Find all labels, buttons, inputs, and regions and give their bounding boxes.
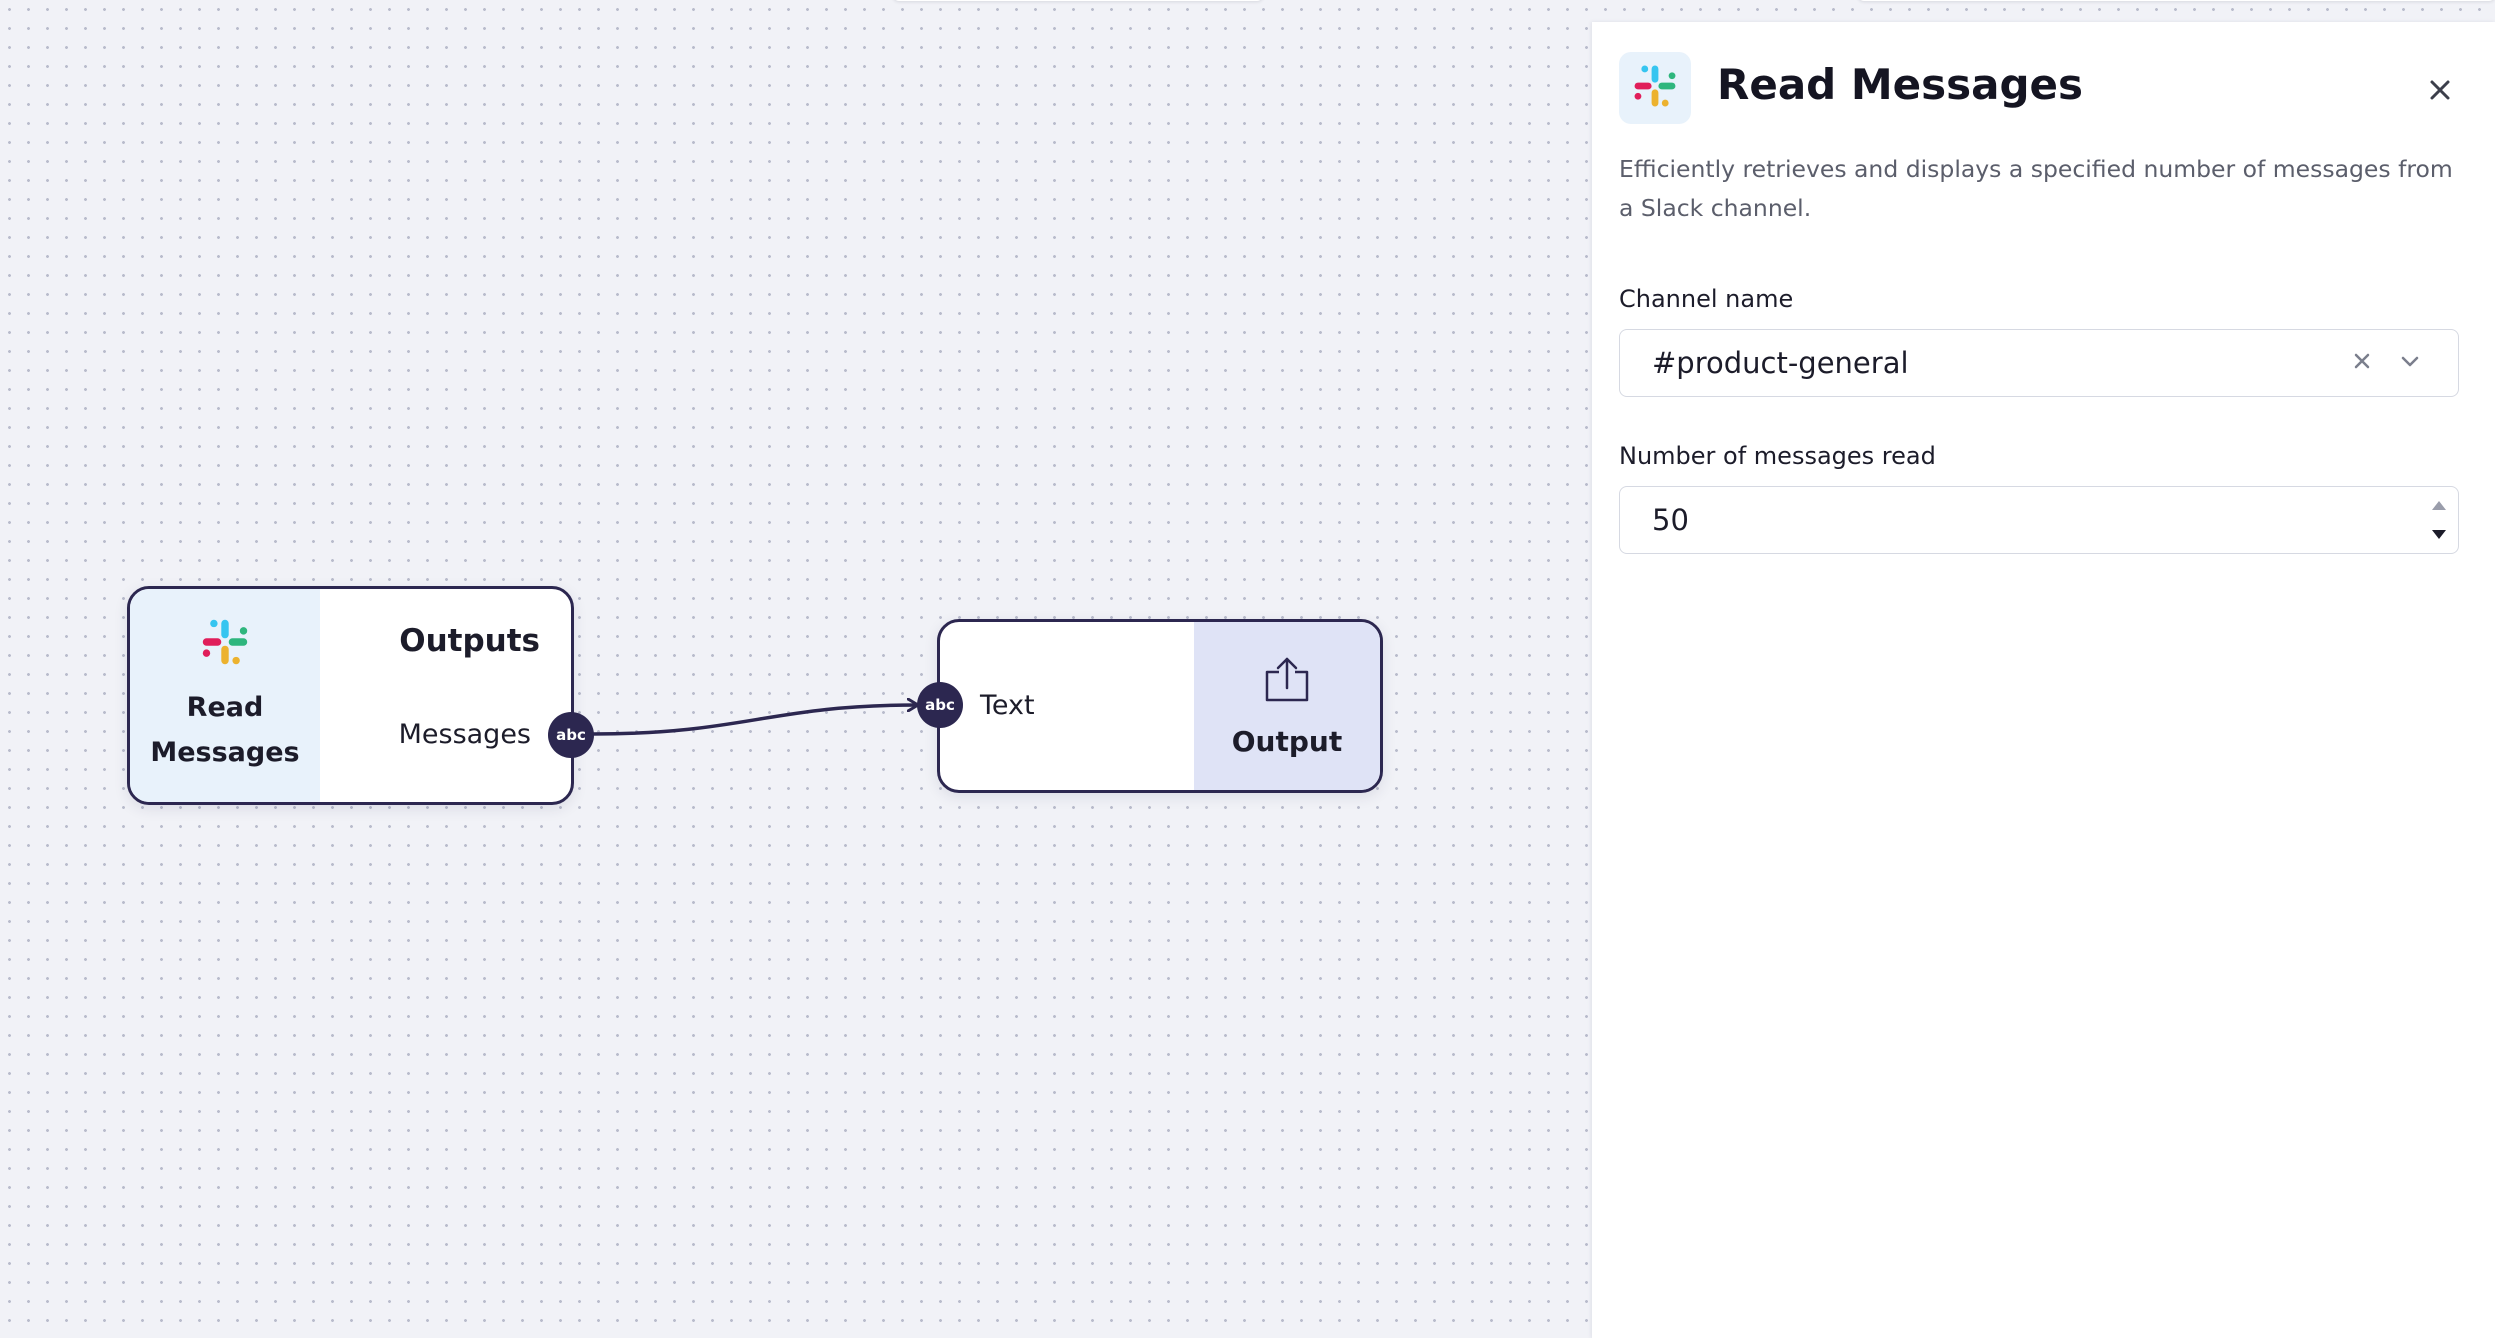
node-title: Read Messages [150, 691, 300, 768]
panel-title: Read Messages [1717, 60, 2084, 109]
caret-up-icon [2432, 501, 2446, 510]
output-panel: Output [1194, 622, 1380, 790]
channel-select-value: #product-general [1652, 346, 1909, 380]
close-button[interactable] [2420, 72, 2460, 112]
close-icon [2352, 351, 2372, 375]
output-port-label: Messages [398, 719, 531, 750]
outputs-title: Outputs [399, 623, 540, 659]
toolbar-card [893, 0, 1263, 1]
tool-panel: Read Messages [130, 589, 320, 802]
tool-description: Efficiently retrieves and displays a spe… [1619, 155, 2453, 222]
export-icon [1260, 655, 1314, 709]
increment-button[interactable] [2427, 493, 2451, 517]
outputs-panel: Outputs Messages [320, 589, 571, 802]
chevron-down-icon [2399, 350, 2421, 376]
input-port-label: Text [980, 690, 1035, 721]
channel-select[interactable]: #product-general [1619, 329, 2459, 397]
message-count-input[interactable]: 50 [1619, 486, 2459, 554]
slack-icon [200, 617, 250, 671]
panel-tool-icon [1619, 52, 1691, 124]
node-title: Output [1231, 724, 1343, 758]
text-input-port[interactable]: abc [917, 682, 963, 728]
properties-panel: Read Messages Efficiently retrieves and … [1592, 22, 2495, 1338]
number-spinner[interactable] [2426, 493, 2452, 547]
caret-down-icon [2432, 530, 2446, 539]
connection-edge[interactable] [592, 705, 917, 736]
channel-name-label: Channel name [1619, 285, 1794, 313]
toolbar-card [1858, 0, 2495, 1]
clear-selection-button[interactable] [2346, 347, 2378, 379]
input-panel: Text [940, 622, 1194, 790]
close-icon [2428, 78, 2452, 106]
decrement-button[interactable] [2427, 523, 2451, 547]
message-count-value: 50 [1652, 503, 1689, 537]
workflow-canvas[interactable]: Read Messages Outputs Messages abc Text … [0, 0, 2495, 1338]
messages-output-port[interactable]: abc [548, 712, 594, 758]
slack-icon [1632, 63, 1678, 113]
message-count-label: Number of messages read [1619, 442, 1936, 470]
dropdown-toggle[interactable] [2394, 347, 2426, 379]
read-messages-node[interactable]: Read Messages Outputs Messages [127, 586, 574, 805]
output-node[interactable]: Text Output [937, 619, 1383, 793]
